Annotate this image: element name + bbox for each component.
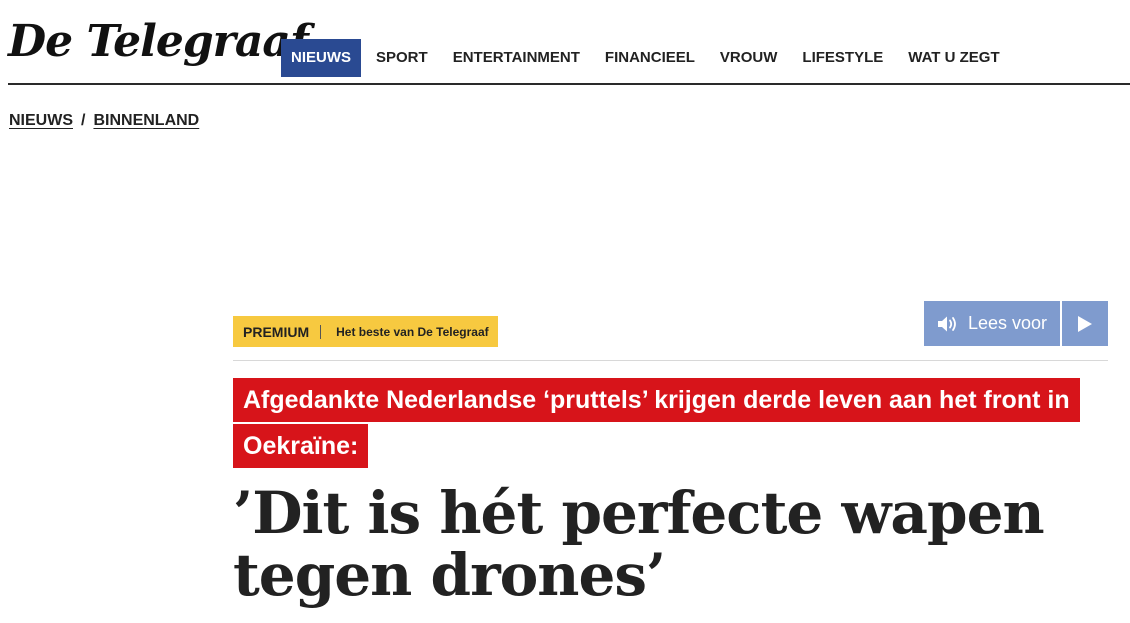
read-aloud-control: Lees voor bbox=[924, 301, 1108, 346]
speaker-icon bbox=[937, 316, 956, 331]
breadcrumb-link-binnenland[interactable]: BINNENLAND bbox=[93, 112, 199, 129]
nav-item-nieuws[interactable]: NIEUWS bbox=[281, 39, 361, 77]
nav-item-wat-u-zegt[interactable]: WAT U ZEGT bbox=[896, 39, 1011, 77]
headline-line-1: ’Dit is hét perfecte wapen bbox=[233, 479, 1045, 547]
premium-badge: PREMIUM Het beste van De Telegraaf bbox=[233, 316, 498, 347]
headline-line-2: tegen drones’ bbox=[233, 541, 666, 609]
play-button[interactable] bbox=[1062, 301, 1108, 346]
nav-item-financieel[interactable]: FINANCIEEL bbox=[593, 39, 707, 77]
article-divider bbox=[233, 360, 1108, 361]
header-divider bbox=[8, 83, 1130, 85]
nav-item-lifestyle[interactable]: LIFESTYLE bbox=[790, 39, 895, 77]
premium-divider bbox=[320, 324, 322, 339]
nav-item-vrouw[interactable]: VROUW bbox=[708, 39, 790, 77]
kicker-line-2: Oekraïne: bbox=[233, 424, 369, 468]
read-aloud-label: Lees voor bbox=[967, 313, 1048, 333]
kicker-line-1: Afgedankte Nederlandse ‘pruttels’ krijge… bbox=[233, 378, 1080, 422]
article-headline: ’Dit is hét perfecte wapen tegen drones’ bbox=[233, 482, 1113, 606]
play-icon bbox=[1078, 315, 1092, 332]
breadcrumb: NIEUWS / BINNENLAND bbox=[9, 112, 199, 130]
main-nav: NIEUWS SPORT ENTERTAINMENT FINANCIEEL VR… bbox=[281, 39, 1013, 77]
nav-item-sport[interactable]: SPORT bbox=[364, 39, 440, 77]
nav-item-entertainment[interactable]: ENTERTAINMENT bbox=[441, 39, 592, 77]
premium-label: PREMIUM bbox=[243, 323, 310, 340]
site-logo[interactable]: De Telegraaf bbox=[8, 14, 309, 70]
breadcrumb-separator: / bbox=[81, 112, 86, 129]
breadcrumb-link-nieuws[interactable]: NIEUWS bbox=[9, 112, 73, 129]
read-aloud-button[interactable]: Lees voor bbox=[924, 301, 1060, 346]
premium-tagline: Het beste van De Telegraaf bbox=[336, 324, 489, 339]
